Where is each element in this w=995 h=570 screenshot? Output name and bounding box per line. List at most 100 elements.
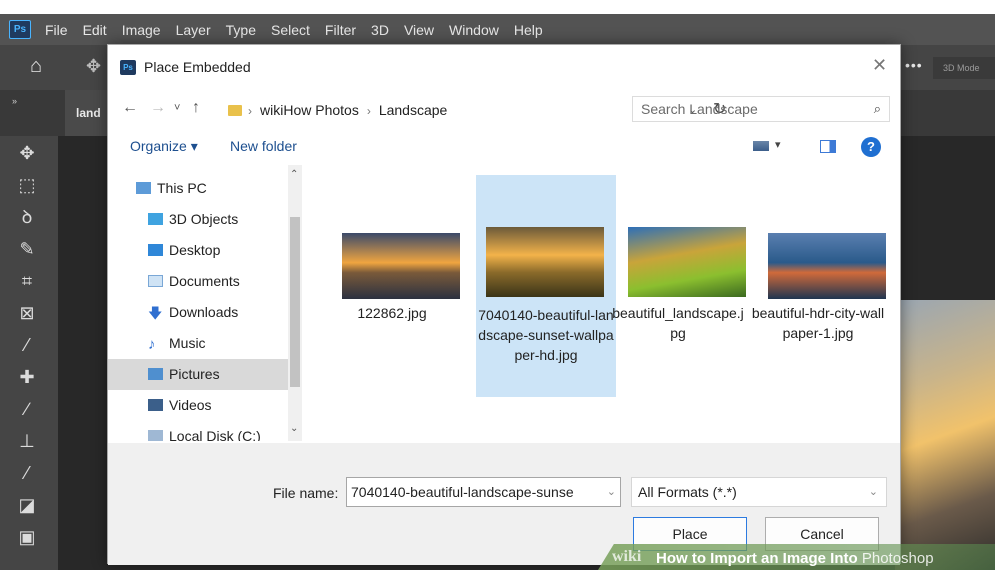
navigation-pane: This PC 3D Objects Desktop Documents 🡇 Do… bbox=[108, 165, 306, 441]
menu-select[interactable]: Select bbox=[271, 22, 310, 38]
more-options-icon[interactable]: ••• bbox=[905, 57, 923, 73]
healing-tool-icon[interactable]: ✚ bbox=[12, 364, 42, 390]
file-thumbnail bbox=[768, 233, 886, 299]
nav-item-pictures[interactable]: Pictures bbox=[108, 359, 298, 390]
command-bar: Organize ▾ New folder ▾ ? bbox=[108, 129, 900, 165]
recent-locations-icon[interactable]: ˅ bbox=[174, 102, 180, 114]
scroll-up-icon[interactable]: ⌃ bbox=[290, 169, 298, 180]
file-name: 122862.jpg bbox=[357, 305, 427, 321]
back-arrow-icon[interactable]: ← bbox=[122, 99, 138, 117]
place-embedded-dialog: Ps Place Embedded ✕ ← → ˅ ↑ › wikiHow Pho… bbox=[107, 44, 901, 565]
music-icon: ♪ bbox=[148, 336, 156, 353]
nav-item-3d-objects[interactable]: 3D Objects bbox=[108, 204, 298, 235]
file-name: 7040140-beautiful-landscape-sunset-wallp… bbox=[478, 307, 614, 363]
3d-mode-label[interactable]: 3D Mode bbox=[933, 57, 995, 79]
chevron-down-icon[interactable]: ⌄ bbox=[869, 478, 878, 506]
organize-button[interactable]: Organize ▾ bbox=[130, 138, 198, 155]
nav-item-local-disk[interactable]: Local Disk (C:) bbox=[108, 421, 298, 441]
file-thumbnail bbox=[486, 227, 604, 297]
file-item[interactable]: beautiful_landscape.jpg bbox=[608, 175, 748, 397]
forward-arrow-icon[interactable]: → bbox=[150, 99, 166, 117]
menu-view[interactable]: View bbox=[404, 22, 434, 38]
menu-window[interactable]: Window bbox=[449, 22, 499, 38]
watermark-caption: How to Import an Image Into Photoshop bbox=[656, 550, 934, 567]
close-icon[interactable]: ✕ bbox=[872, 55, 887, 76]
file-name: beautiful-hdr-city-wallpaper-1.jpg bbox=[751, 305, 885, 341]
file-type-select[interactable]: All Formats (*.*) ⌄ bbox=[631, 477, 887, 507]
top-strip bbox=[0, 0, 995, 14]
search-icon: ⌕ bbox=[873, 101, 881, 116]
breadcrumb-wikihow-photos[interactable]: wikiHow Photos bbox=[260, 102, 359, 118]
gradient-tool-icon[interactable]: ▣ bbox=[12, 524, 42, 550]
menu-image[interactable]: Image bbox=[122, 22, 161, 38]
nav-pane-scrollbar[interactable]: ⌃ ⌄ bbox=[288, 165, 302, 441]
address-bar[interactable]: › wikiHow Photos › Landscape ⌄ ↻ bbox=[228, 97, 726, 123]
chevron-down-icon[interactable]: ⌄ bbox=[606, 478, 616, 506]
marquee-tool-icon[interactable]: ⬚ bbox=[12, 172, 42, 198]
collapse-panels-icon[interactable]: » bbox=[12, 96, 17, 106]
file-item[interactable]: beautiful-hdr-city-wallpaper-1.jpg bbox=[748, 175, 888, 397]
scroll-down-icon[interactable]: ⌄ bbox=[290, 423, 298, 434]
up-arrow-icon[interactable]: ↑ bbox=[192, 99, 200, 117]
videos-icon bbox=[148, 399, 163, 411]
file-item-selected[interactable]: 7040140-beautiful-landscape-sunset-wallp… bbox=[476, 175, 616, 397]
documents-icon bbox=[148, 275, 163, 287]
scroll-thumb[interactable] bbox=[290, 217, 300, 387]
menu-edit[interactable]: Edit bbox=[83, 22, 107, 38]
file-name-label: File name: bbox=[273, 485, 339, 501]
brush-tool-icon[interactable]: ∕ bbox=[12, 396, 42, 422]
nav-item-documents[interactable]: Documents bbox=[108, 266, 298, 297]
eyedropper-tool-icon[interactable]: ⁄ bbox=[12, 332, 42, 358]
stamp-tool-icon[interactable]: ⊥ bbox=[12, 428, 42, 454]
photoshop-logo-icon: Ps bbox=[9, 20, 31, 39]
downloads-icon: 🡇 bbox=[148, 305, 163, 321]
menu-3d[interactable]: 3D bbox=[371, 22, 389, 38]
history-brush-tool-icon[interactable]: ⁄ bbox=[12, 460, 42, 486]
file-name: beautiful_landscape.jpg bbox=[612, 305, 744, 341]
view-dropdown-icon[interactable]: ▾ bbox=[775, 138, 781, 151]
menu-help[interactable]: Help bbox=[514, 22, 543, 38]
file-item[interactable]: 122862.jpg bbox=[322, 175, 462, 397]
search-input[interactable]: Search Landscape ⌕ bbox=[632, 96, 890, 122]
frame-tool-icon[interactable]: ⊠ bbox=[12, 300, 42, 326]
wikihow-logo: wiki bbox=[612, 548, 642, 565]
move-tool-icon[interactable]: ✥ bbox=[12, 140, 42, 166]
navigation-row: ← → ˅ ↑ › wikiHow Photos › Landscape ⌄ ↻ Se… bbox=[108, 89, 900, 129]
photoshop-small-icon: Ps bbox=[120, 60, 136, 75]
change-view-icon[interactable] bbox=[753, 141, 769, 151]
ps-menubar: Ps File Edit Image Layer Type Select Fil… bbox=[0, 14, 995, 45]
new-folder-button[interactable]: New folder bbox=[230, 138, 297, 154]
nav-item-desktop[interactable]: Desktop bbox=[108, 235, 298, 266]
3d-objects-icon bbox=[148, 213, 163, 225]
file-name-field[interactable]: 7040140-beautiful-landscape-sunse ⌄ bbox=[346, 477, 621, 507]
file-thumbnail bbox=[342, 233, 460, 299]
dialog-titlebar: Ps Place Embedded ✕ bbox=[108, 45, 900, 89]
ps-toolbar: ✥ ⬚ ꝺ ✎ ⌗ ⊠ ⁄ ✚ ∕ ⊥ ⁄ ◪ ▣ bbox=[0, 136, 58, 570]
nav-item-videos[interactable]: Videos bbox=[108, 390, 298, 421]
desktop-icon bbox=[148, 244, 163, 256]
menu-type[interactable]: Type bbox=[226, 22, 256, 38]
dialog-title: Place Embedded bbox=[144, 59, 251, 75]
folder-icon bbox=[228, 105, 242, 116]
help-icon[interactable]: ? bbox=[861, 137, 881, 157]
crop-tool-icon[interactable]: ⌗ bbox=[12, 268, 42, 294]
preview-pane-icon[interactable] bbox=[820, 140, 836, 153]
pc-icon bbox=[136, 182, 151, 194]
nav-item-this-pc[interactable]: This PC bbox=[108, 173, 298, 204]
menu-filter[interactable]: Filter bbox=[325, 22, 356, 38]
nav-item-downloads[interactable]: 🡇 Downloads bbox=[108, 297, 298, 328]
quick-select-tool-icon[interactable]: ✎ bbox=[12, 236, 42, 262]
search-placeholder: Search Landscape bbox=[641, 101, 758, 117]
disk-icon bbox=[148, 430, 163, 441]
eraser-tool-icon[interactable]: ◪ bbox=[12, 492, 42, 518]
menu-file[interactable]: File bbox=[45, 22, 68, 38]
lasso-tool-icon[interactable]: ꝺ bbox=[12, 204, 42, 230]
pictures-icon bbox=[148, 368, 163, 380]
breadcrumb-landscape[interactable]: Landscape bbox=[379, 102, 448, 118]
home-icon[interactable]: ⌂ bbox=[30, 56, 42, 76]
menu-layer[interactable]: Layer bbox=[176, 22, 211, 38]
canvas-image bbox=[895, 300, 995, 570]
nav-item-music[interactable]: ♪ Music bbox=[108, 328, 298, 359]
move-option-icon[interactable]: ✥ bbox=[86, 56, 101, 77]
file-thumbnail bbox=[628, 227, 746, 297]
